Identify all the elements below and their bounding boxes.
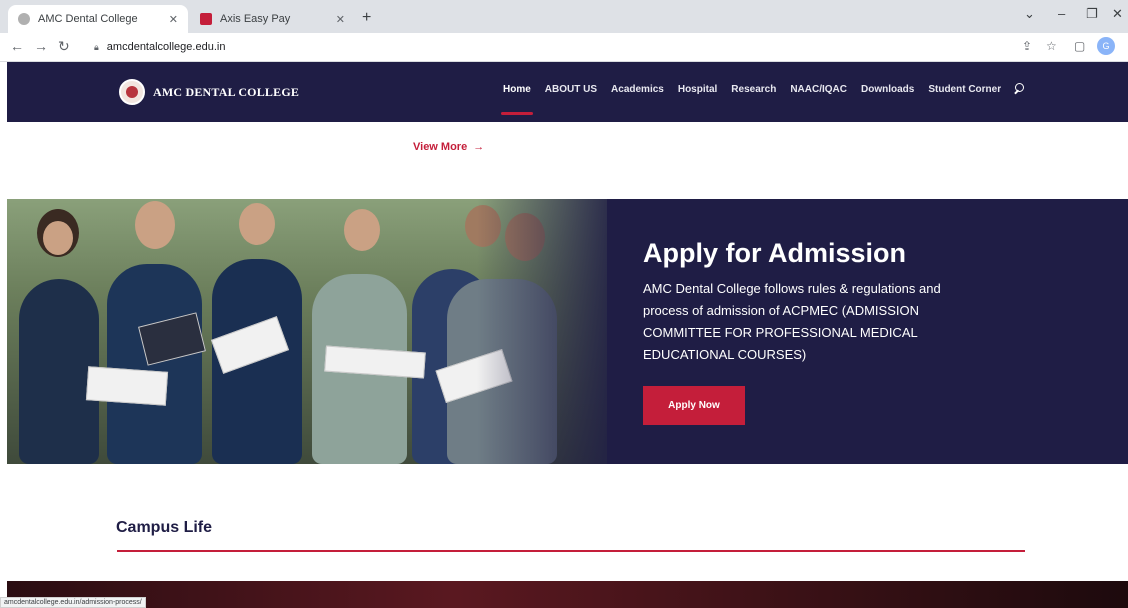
forward-icon[interactable]: → [34, 38, 48, 54]
back-icon[interactable]: ← [10, 38, 24, 54]
browser-tab-strip: AMC Dental College ✕ Axis Easy Pay ✕ + ⌄… [0, 0, 1128, 33]
site-favicon-icon [18, 13, 30, 25]
side-panel-icon[interactable]: ▢ [1074, 39, 1085, 53]
tab-title: Axis Easy Pay [220, 13, 291, 25]
brand-name[interactable]: AMC DENTAL COLLEGE [153, 85, 299, 100]
tab-amc-dental-college[interactable]: AMC Dental College ✕ [8, 5, 188, 33]
close-tab-icon[interactable]: ✕ [169, 13, 178, 26]
main-menu: Home ABOUT US Academics Hospital Researc… [501, 84, 1001, 115]
photo-gradient [477, 199, 627, 464]
address-bar[interactable]: 🔒︎ amcdentalcollege.edu.in [86, 36, 1006, 58]
minimize-icon[interactable]: – [1058, 6, 1065, 21]
admission-description: AMC Dental College follows rules & regul… [643, 281, 941, 362]
menu-item-academics[interactable]: Academics [611, 84, 664, 95]
menu-item-about-us[interactable]: ABOUT US [545, 84, 597, 95]
menu-item-research[interactable]: Research [731, 84, 776, 95]
axis-favicon-icon [200, 13, 212, 25]
profile-avatar[interactable]: G [1097, 37, 1115, 55]
admission-title: Apply for Admission [643, 238, 907, 268]
status-bar-url: amcdentalcollege.edu.in/admission-proces… [0, 597, 146, 608]
menu-item-student-corner[interactable]: Student Corner [928, 84, 1001, 95]
tab-title: AMC Dental College [38, 13, 138, 25]
reload-icon[interactable]: ↻ [58, 38, 70, 55]
menu-item-home[interactable]: Home [501, 84, 533, 115]
view-more-label: View More [413, 141, 468, 153]
apply-now-button[interactable]: Apply Now [643, 386, 745, 425]
bookmark-star-icon[interactable]: ☆ [1046, 39, 1057, 53]
menu-item-downloads[interactable]: Downloads [861, 84, 914, 95]
menu-item-hospital[interactable]: Hospital [678, 84, 717, 95]
restore-icon[interactable]: ❐ [1086, 6, 1098, 22]
tab-axis-easy-pay[interactable]: Axis Easy Pay ✕ [190, 5, 355, 33]
browser-toolbar: ← → ↻ 🔒︎ amcdentalcollege.edu.in ⇪ ☆ ▢ G [0, 33, 1128, 62]
share-icon[interactable]: ⇪ [1022, 39, 1032, 53]
college-logo[interactable] [119, 79, 145, 105]
lock-icon[interactable]: 🔒︎ [94, 42, 99, 53]
search-icon[interactable] [1013, 82, 1025, 96]
tab-search-icon[interactable]: ⌄ [1024, 6, 1035, 22]
new-tab-button[interactable]: + [362, 9, 371, 27]
close-tab-icon[interactable]: ✕ [336, 13, 345, 26]
view-more-link[interactable]: View More → [413, 141, 484, 153]
menu-item-naac-iqac[interactable]: NAAC/IQAC [790, 84, 847, 95]
campus-media-strip [7, 581, 1128, 608]
address-text: amcdentalcollege.edu.in [106, 41, 226, 53]
site-header: AMC DENTAL COLLEGE Home ABOUT US Academi… [7, 62, 1128, 122]
arrow-right-icon: → [473, 141, 485, 153]
campus-life-heading: Campus Life [116, 519, 213, 536]
campus-divider [117, 550, 1025, 552]
close-window-icon[interactable]: ✕ [1112, 6, 1123, 22]
